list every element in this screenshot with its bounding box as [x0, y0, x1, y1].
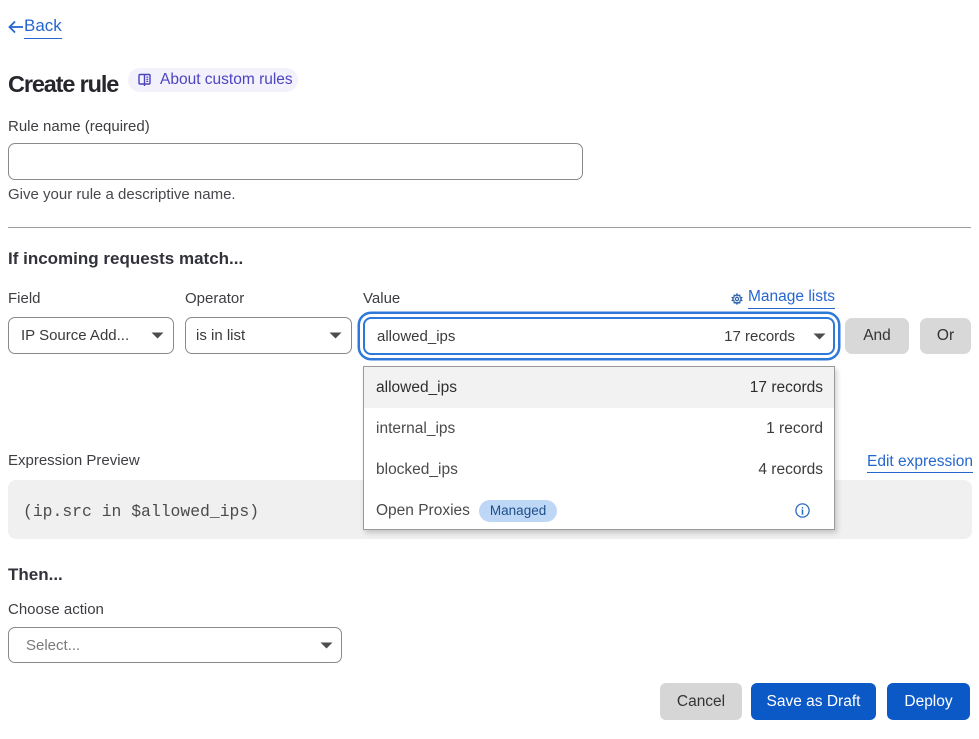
svg-text:i: i — [801, 506, 804, 517]
